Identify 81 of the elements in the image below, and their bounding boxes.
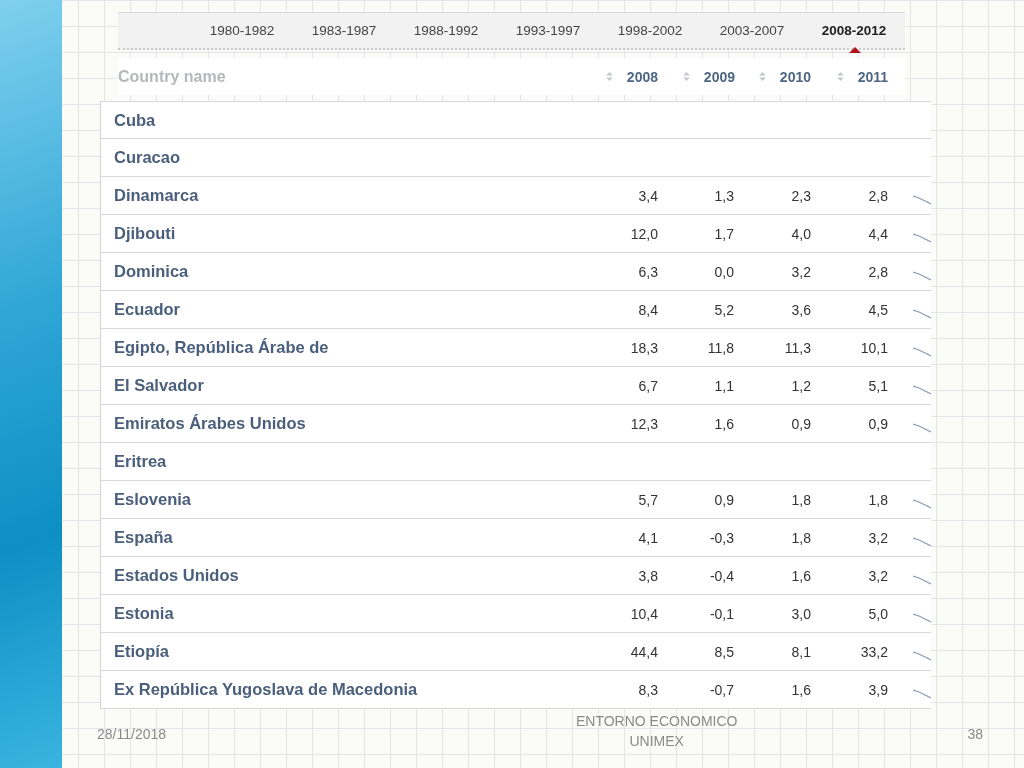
table-cell-text: -0,7 [708,681,734,698]
table-cell-text: 4,5 [867,301,888,318]
table-cell-text: 5,0 [867,605,888,622]
table-cell-text: 3,4 [637,187,658,204]
table-cell-text: 1,6 [790,681,811,698]
country-name[interactable]: Curacao [101,148,581,167]
table-cell-text: 1,6 [713,415,734,432]
table-cell-text: 5,2 [713,301,734,318]
table-cell-text: 3,9 [867,681,888,698]
table-cell-text: 8,3 [637,681,658,698]
table-cell-text: 6,3 [637,263,658,280]
period-tab[interactable]: 1988-1992 [395,23,497,38]
table-cell-text: 4,4 [867,225,888,242]
slide-footer-title: ENTORNO ECONOMICO UNIMEX [575,712,738,751]
table-cell-text: 3,2 [790,263,811,280]
period-tab[interactable]: 2003-2007 [701,23,803,38]
table-cell-text: 4,0 [790,225,811,242]
country-name[interactable]: Estados Unidos [101,566,581,585]
period-tab[interactable]: 1998-2002 [599,23,701,38]
table-cell-text: 10,1 [859,339,888,356]
period-tab[interactable]: 1980-1982 [191,23,293,38]
table-cell-text: 1,6 [790,567,811,584]
table-cell-text: 2,8 [867,263,888,280]
table-cell-text: 0,9 [790,415,811,432]
column-header[interactable]: 2008 [626,68,658,85]
table-cell-text: -0,3 [708,529,734,546]
country-name[interactable]: Emiratos Árabes Unidos [101,414,581,433]
column-header[interactable]: 2009 [703,68,735,85]
country-name[interactable]: Dominica [101,262,581,281]
country-name[interactable]: Ecuador [101,300,581,319]
slide-number: 38 [967,726,983,742]
table-cell-text: 5,7 [637,491,658,508]
table-cell-text: 1,7 [713,225,734,242]
country-name[interactable]: El Salvador [101,376,581,395]
country-name[interactable]: España [101,528,581,547]
table-cell-text: -0,4 [708,567,734,584]
period-tab[interactable]: 1993-1997 [497,23,599,38]
table-cell-text: 5,1 [867,377,888,394]
table-cell-text: 11,3 [783,339,811,356]
country-name[interactable]: Egipto, República Árabe de [101,338,581,357]
table-cell-text: 0,9 [867,415,888,432]
country-name[interactable]: Djibouti [101,224,581,243]
table-cell-text: 8,4 [637,301,658,318]
table-cell-text: 8,5 [713,643,734,660]
country-name[interactable]: Estonia [101,604,581,623]
table-cell-text: 1,3 [713,187,734,204]
slide-date: 28/11/2018 [97,726,167,742]
table-cell-text: 12,3 [629,415,658,432]
table-cell-text: 33,2 [859,643,888,660]
country-name[interactable]: Etiopía [101,642,581,661]
table-cell-text: 0,9 [713,491,734,508]
table-cell-text: 3,8 [637,567,658,584]
country-name[interactable]: Eritrea [101,452,581,471]
table-cell-text: 1,2 [790,377,811,394]
table-cell-text: 8,1 [790,643,811,660]
table-cell-text: 3,0 [790,605,811,622]
table-cell-text: 12,0 [629,225,658,242]
table-cell-text: 3,6 [790,301,811,318]
table-cell-text: 44,4 [629,643,658,660]
table-cell-text: 10,4 [629,605,658,622]
country-name[interactable]: Ex República Yugoslava de Macedonia [101,680,581,699]
table-cell-text: 6,7 [637,377,658,394]
table-cell-text: 3,2 [867,567,888,584]
table-cell-text: 1,8 [790,491,811,508]
table-cell-text: -0,1 [708,605,734,622]
table-cell-text: 2,3 [790,187,811,204]
table-cell-text: 2,8 [867,187,888,204]
table-cell-text: 4,1 [637,529,658,546]
period-tab[interactable]: 1983-1987 [293,23,395,38]
table-cell-text: 0,0 [713,263,734,280]
table-cell-text: 11,8 [706,339,734,356]
table-cell-text: 1,8 [790,529,811,546]
table-cell-text: 1,8 [867,491,888,508]
column-header[interactable]: 2011 [857,68,888,85]
table-cell-text: 18,3 [629,339,658,356]
table-cell-text: 3,2 [867,529,888,546]
country-name[interactable]: Cuba [101,110,581,130]
table-cell-text: 1,1 [713,377,734,394]
column-header[interactable]: 2010 [779,68,811,85]
country-name[interactable]: Dinamarca [101,186,581,205]
country-name[interactable]: Eslovenia [101,490,581,509]
